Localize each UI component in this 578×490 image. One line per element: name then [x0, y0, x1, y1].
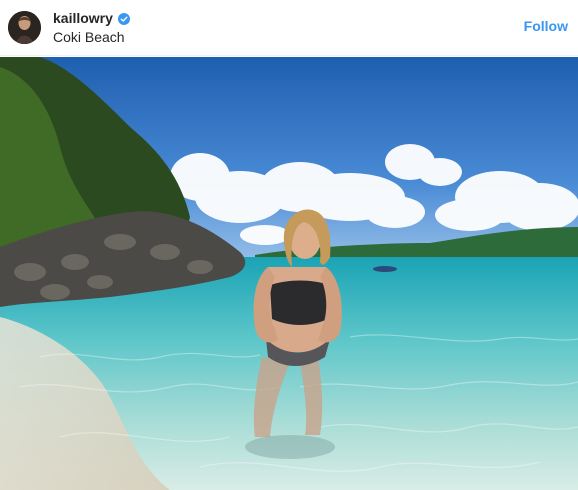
user-info: kaillowry Coki Beach [53, 9, 130, 45]
verified-badge-icon [117, 12, 130, 25]
location-link[interactable]: Coki Beach [53, 29, 130, 45]
avatar-image [8, 11, 41, 44]
post-photo [0, 57, 578, 490]
avatar[interactable] [8, 11, 41, 44]
instagram-post: kaillowry Coki Beach Follow [0, 0, 578, 490]
post-header: kaillowry Coki Beach Follow [0, 0, 578, 56]
username-row: kaillowry [53, 9, 130, 27]
username-link[interactable]: kaillowry [53, 10, 113, 26]
follow-button[interactable]: Follow [524, 18, 568, 34]
